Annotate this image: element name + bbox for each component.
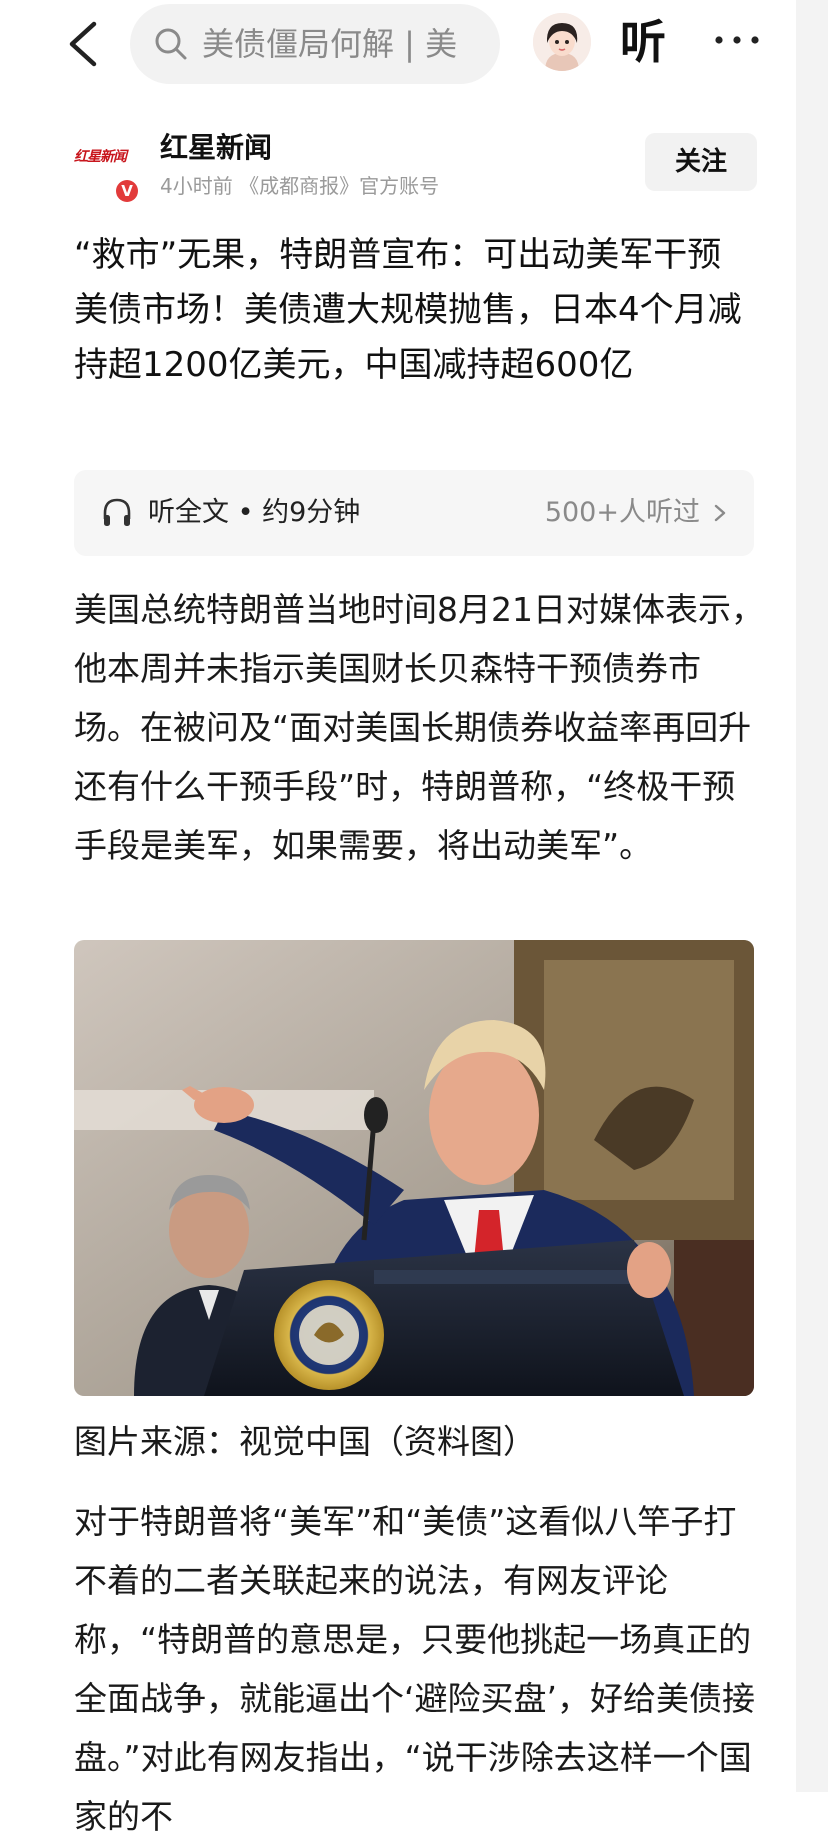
- publisher-logo[interactable]: 红星新闻 V: [74, 138, 140, 202]
- article-screen: 美债僵局何解 | 美 听 红星新闻 V 红星新闻 4小时前 《成都商报》官方账号…: [0, 0, 796, 1836]
- screen-edge-gutter: [796, 0, 828, 1792]
- verified-badge-icon: V: [116, 180, 138, 202]
- more-horizontal-icon[interactable]: [712, 28, 762, 52]
- user-avatar-icon: [533, 13, 591, 71]
- search-icon: [155, 28, 187, 60]
- follow-button[interactable]: 关注: [645, 133, 757, 191]
- search-placeholder: 美债僵局何解 | 美: [202, 25, 458, 63]
- publish-meta: 4小时前 《成都商报》官方账号: [160, 174, 440, 198]
- audio-listen-count: 500+人听过: [544, 497, 700, 528]
- audio-label: 听全文 • 约9分钟: [148, 497, 361, 528]
- chevron-right-icon: [714, 504, 726, 522]
- headphones-icon: [103, 498, 131, 526]
- top-nav-bar: 美债僵局何解 | 美 听: [0, 0, 796, 94]
- publisher-row: 红星新闻 V 红星新闻 4小时前 《成都商报》官方账号 关注: [74, 128, 786, 208]
- article-paragraph-2: 对于特朗普将“美军”和“美债”这看似八竿子打不着的二者关联起来的说法，有网友评论…: [74, 1502, 755, 1836]
- publisher-name[interactable]: 红星新闻: [160, 130, 272, 166]
- listen-full-article-bar[interactable]: 听全文 • 约9分钟 500+人听过: [74, 470, 754, 556]
- listen-button[interactable]: 听: [620, 14, 666, 70]
- article-photo[interactable]: [74, 940, 754, 1396]
- chevron-left-icon[interactable]: [64, 20, 104, 68]
- article-headline: “救市”无果，特朗普宣布：可出动美军干预美债市场！美债遭大规模抛售，日本4个月减…: [74, 235, 742, 385]
- avatar[interactable]: [533, 13, 591, 71]
- article-paragraph-1: 美国总统特朗普当地时间8月21日对媒体表示，他本周并未指示美国财长贝森特干预债券…: [74, 590, 764, 865]
- press-conference-photo: [74, 940, 754, 1396]
- photo-caption: 图片来源：视觉中国（资料图）: [74, 1422, 536, 1461]
- publisher-logo-text: 红星新闻: [74, 149, 127, 165]
- search-bar[interactable]: 美债僵局何解 | 美: [130, 4, 500, 84]
